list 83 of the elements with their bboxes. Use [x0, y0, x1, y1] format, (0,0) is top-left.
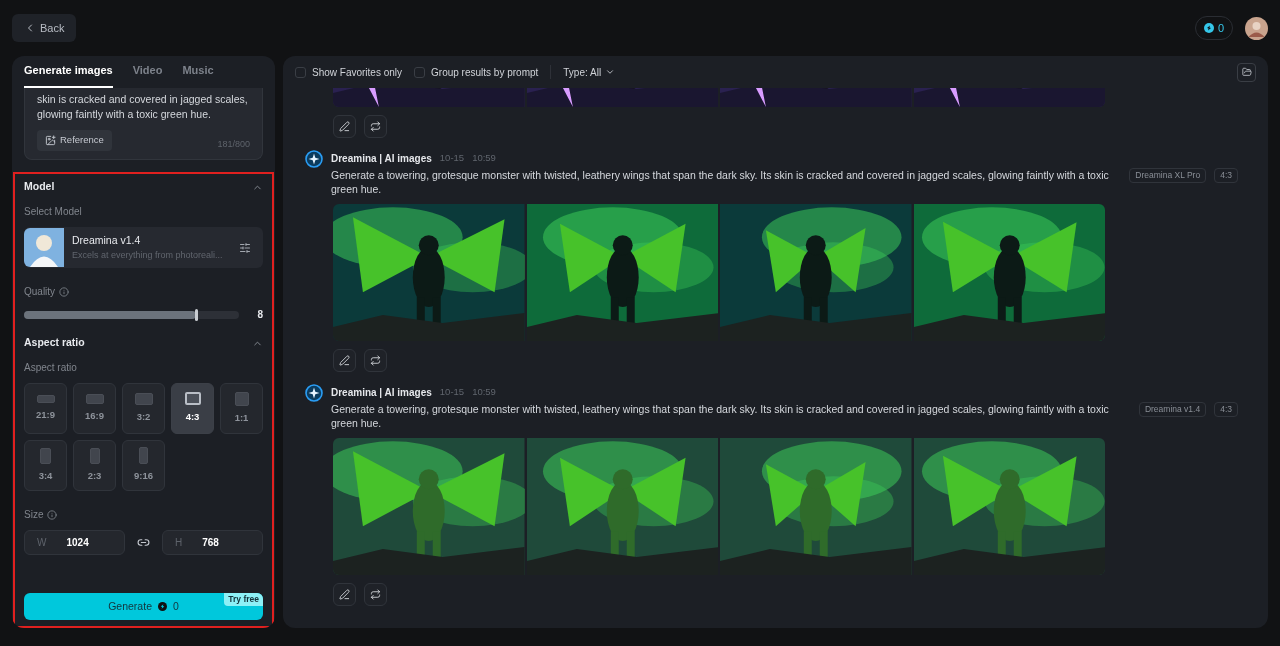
result-date: 10-15 [439, 384, 465, 399]
field-prefix: W [37, 536, 47, 550]
star-logo-icon [305, 384, 323, 402]
model-tag: Dreamina XL Pro [1129, 168, 1207, 183]
author-name: Dreamina | AI images [331, 385, 432, 400]
result-time: 10:59 [472, 384, 496, 399]
repeat-icon [370, 589, 381, 600]
prompt-text: Generate a towering, grotesque monster with twisted, leathery wings that span the dark sky. Its skin is cracked and covered in jagged scales, glowing faintly with a toxic green hue. [331, 402, 1110, 430]
credits-count: 0 [1217, 20, 1224, 36]
ratio-option[interactable]: 21:9 [24, 383, 67, 434]
star-logo-icon [305, 150, 323, 168]
ratio-option[interactable]: 9:16 [122, 440, 165, 491]
edit-icon [339, 121, 350, 132]
field-label: Aspect ratio [24, 361, 78, 375]
folder-icon [1241, 67, 1252, 77]
field-label: Quality [24, 285, 56, 299]
ratio-icon [234, 391, 249, 406]
model-name: Dreamina v1.4 [72, 232, 142, 248]
ratio-option[interactable]: 16:9 [73, 383, 116, 434]
chevron-down-icon [605, 67, 616, 77]
ratio-icon [40, 447, 51, 464]
regenerate-button[interactable] [364, 349, 387, 372]
credit-icon [157, 602, 167, 611]
cost-count: 0 [172, 598, 179, 614]
ratio-option[interactable]: 2:3 [73, 440, 116, 491]
generate-button[interactable]: Generate 0 Try free [24, 593, 263, 620]
edit-button[interactable] [333, 115, 356, 138]
slider-value: 8 [256, 308, 263, 322]
credit-icon [1203, 23, 1214, 33]
info-icon[interactable] [59, 286, 70, 297]
reference-button[interactable]: Reference [37, 130, 112, 151]
ratio-option[interactable]: 1:1 [220, 383, 263, 434]
checkbox[interactable] [295, 66, 306, 78]
checkbox-label: Group results by prompt [431, 65, 539, 80]
section-title: Aspect ratio [24, 335, 85, 351]
try-free-badge: Try free [224, 593, 263, 606]
edit-icon [339, 589, 350, 600]
field-label: Size [24, 508, 44, 522]
field-value: 1024 [66, 536, 89, 550]
width-field[interactable]: W 1024 [24, 530, 125, 555]
ratio-icon [85, 393, 104, 404]
ratio-icon [134, 392, 153, 405]
field-value: 768 [202, 536, 219, 550]
ratio-icon [36, 394, 55, 403]
section-title: Model [24, 179, 55, 195]
edit-button[interactable] [333, 349, 356, 372]
regenerate-button[interactable] [364, 583, 387, 606]
field-label: Select Model [24, 205, 83, 219]
checkbox-label: Show Favorites only [312, 65, 403, 80]
author-name: Dreamina | AI images [331, 151, 432, 166]
checkbox[interactable] [414, 66, 426, 78]
ratio-icon [184, 392, 201, 406]
ratio-tag: 4:3 [1214, 168, 1238, 183]
ratio-tag: 4:3 [1214, 402, 1238, 417]
folder-button[interactable] [1237, 62, 1256, 82]
tab[interactable]: Music [182, 61, 214, 88]
field-prefix: H [175, 536, 183, 550]
height-field[interactable]: H 768 [162, 530, 263, 555]
settings-icon[interactable] [239, 241, 251, 254]
regenerate-button[interactable] [364, 115, 387, 138]
link-icon[interactable] [137, 536, 150, 549]
back-button[interactable]: Back [12, 14, 77, 42]
prompt-text: Generate a towering, grotesque monster with twisted, leathery wings that span the dark sky. Its skin is cracked and covered in jagged scales, glowing faintly with a toxic green hue. [331, 168, 1110, 196]
result-time: 10:59 [472, 150, 496, 165]
edit-icon [339, 355, 350, 366]
result-date: 10-15 [439, 150, 465, 165]
ratio-option[interactable]: 3:4 [24, 440, 67, 491]
repeat-icon [370, 121, 381, 132]
slider-thumb[interactable] [195, 308, 198, 321]
tab[interactable]: Video [132, 61, 163, 88]
info-icon[interactable] [47, 509, 58, 520]
ratio-option[interactable]: 3:2 [122, 383, 165, 434]
repeat-icon [370, 355, 381, 366]
model-tag: Dreamina v1.4 [1138, 402, 1207, 417]
prompt-text: skin is cracked and covered in jagged scales, glowing faintly with a toxic green hue. [37, 92, 249, 122]
edit-button[interactable] [333, 583, 356, 606]
ratio-icon [89, 447, 100, 464]
ratio-icon [139, 447, 148, 465]
slider-track[interactable] [24, 310, 239, 319]
image-add-icon [45, 135, 56, 146]
avatar[interactable] [1245, 16, 1268, 40]
ratio-option[interactable]: 4:3 [171, 383, 214, 434]
type-dropdown[interactable]: Type: All [563, 64, 616, 80]
